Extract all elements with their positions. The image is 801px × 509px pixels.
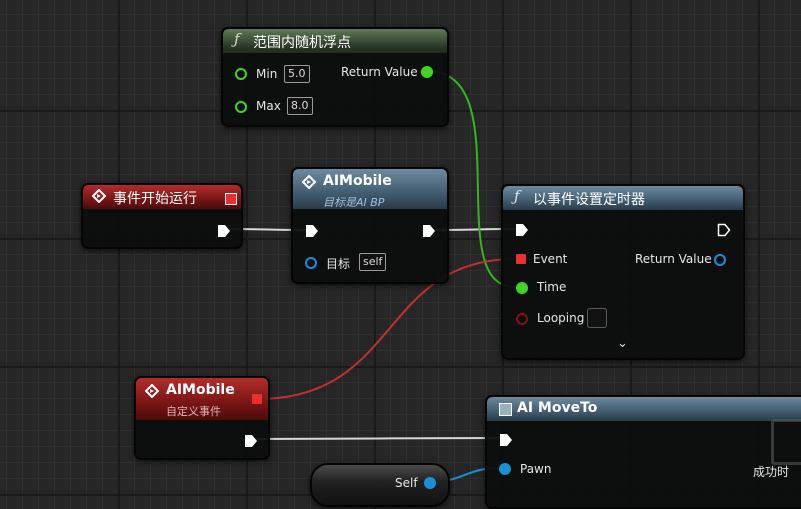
max-pin[interactable] [235,101,247,113]
node-title: AIMobile [166,382,235,398]
node-header: AIMobile 目标是AI BP [293,169,447,209]
max-label: Max [256,99,281,113]
self-node[interactable]: Self [310,463,450,507]
target-value-field[interactable]: self [359,253,387,271]
min-value-field[interactable]: 5.0 [284,65,310,83]
self-pin[interactable] [424,477,436,489]
exec-out-pin[interactable] [717,223,731,237]
ai-move-to-node[interactable]: AI MoveTo Pawn 成功时 [485,395,801,509]
node-subtitle: 自定义事件 [166,405,221,418]
custom-event-aimobile-node[interactable]: AIMobile 自定义事件 [134,376,270,460]
node-title: 事件开始运行 [113,191,197,207]
node-title: AI MoveTo [517,400,598,416]
node-subtitle: 目标是AI BP [323,196,385,209]
function-icon: ƒ [234,30,240,48]
min-label: Min [256,67,278,81]
time-pin[interactable] [516,282,528,294]
event-begin-play-node[interactable]: 事件开始运行 [81,183,243,249]
node-title: 以事件设置定时器 [533,192,645,208]
delegate-pin[interactable] [252,394,262,404]
looping-pin[interactable] [516,313,528,325]
exec-in-pin[interactable] [515,223,529,237]
delegate-pin[interactable] [225,193,237,205]
macro-icon [499,403,512,416]
node-header: AIMobile 自定义事件 [136,378,268,420]
exec-out-pin[interactable] [422,224,436,238]
return-value-label: Return Value [341,65,418,79]
random-float-in-range-node[interactable]: ƒ 范围内随机浮点 Min 5.0 Max 8.0 Return Value [221,27,449,127]
event-icon [302,175,316,189]
time-label: Time [537,280,567,294]
exec-out-pin[interactable] [217,224,231,238]
node-title: 范围内随机浮点 [253,35,351,51]
event-icon [92,189,106,203]
latent-icon [771,419,801,465]
looping-checkbox[interactable] [587,308,607,328]
event-icon [145,384,159,398]
node-header: AI MoveTo [487,397,801,421]
exec-out-pin[interactable] [244,434,258,448]
return-value-label: Return Value [635,252,712,266]
exec-wire-custom-to-moveto [253,437,501,440]
event-pin[interactable] [516,254,526,264]
min-pin[interactable] [235,68,247,80]
return-value-pin[interactable] [714,254,726,266]
target-pin[interactable] [305,257,317,269]
pawn-label: Pawn [520,462,552,476]
node-header: ƒ 以事件设置定时器 [503,186,743,210]
target-label: 目标 [326,257,351,271]
node-header: ƒ 范围内随机浮点 [223,29,447,53]
pawn-pin[interactable] [499,463,511,475]
exec-in-pin[interactable] [305,224,319,238]
looping-label: Looping [537,311,585,325]
event-label: Event [533,252,568,266]
node-title: AIMobile [323,173,392,189]
chevron-down-icon[interactable]: ⌄ [617,336,628,351]
on-success-label: 成功时 [753,465,790,479]
exec-in-pin[interactable] [499,433,513,447]
node-header: 事件开始运行 [83,185,241,209]
max-value-field[interactable]: 8.0 [287,97,313,115]
set-timer-by-event-node[interactable]: ƒ 以事件设置定时器 Event Return Value Time Loopi… [501,184,745,360]
self-label: Self [395,476,418,490]
return-value-pin[interactable] [421,66,433,78]
function-icon: ƒ [514,187,520,205]
aimobile-cast-node[interactable]: AIMobile 目标是AI BP 目标 self [291,167,449,284]
